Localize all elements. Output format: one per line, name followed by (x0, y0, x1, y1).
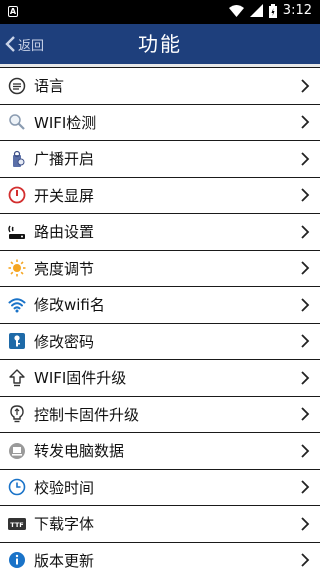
chevron-right-icon (300, 406, 310, 422)
chevron-right-icon (300, 370, 310, 386)
list-item-label: 修改密码 (34, 331, 320, 352)
list-item-label: 转发电脑数据 (34, 440, 320, 461)
list-item-wifi-check[interactable]: WIFI检测 (0, 104, 320, 141)
list-item-rename-wifi[interactable]: 修改wifi名 (0, 286, 320, 323)
back-button[interactable]: 返回 (4, 24, 44, 64)
info-icon (7, 550, 27, 570)
list-item-label: 语言 (34, 75, 320, 96)
list-item-controller-firmware-upgrade[interactable]: 控制卡固件升级 (0, 396, 320, 433)
chevron-right-icon (300, 224, 310, 240)
brightness-icon (7, 258, 27, 278)
navigation-bar: 返回 功能 (0, 24, 320, 64)
wifi-signal-icon (229, 5, 244, 17)
status-bar: A 3:12 (0, 0, 320, 24)
function-list: 语言 WIFI检测 广播开启 开关显屏 路由设置 亮度调节 (0, 67, 320, 578)
list-item-label: 版本更新 (34, 550, 320, 571)
list-item-label: 控制卡固件升级 (34, 404, 320, 425)
computer-icon (7, 441, 27, 461)
upgrade-arrow-icon (7, 368, 27, 388)
list-item-label: WIFI固件升级 (34, 367, 320, 388)
search-icon (7, 112, 27, 132)
chevron-right-icon (300, 443, 310, 459)
back-label: 返回 (18, 35, 44, 54)
list-item-sync-time[interactable]: 校验时间 (0, 469, 320, 506)
clock-icon (7, 477, 27, 497)
list-item-forward-pc-data[interactable]: 转发电脑数据 (0, 432, 320, 469)
page-title: 功能 (0, 24, 320, 64)
lightbulb-icon (7, 404, 27, 424)
chevron-right-icon (300, 297, 310, 313)
clock-time: 3:12 (283, 3, 312, 18)
list-item-label: WIFI检测 (34, 112, 320, 133)
list-item-router-settings[interactable]: 路由设置 (0, 213, 320, 250)
list-item-brightness[interactable]: 亮度调节 (0, 250, 320, 287)
list-item-label: 修改wifi名 (34, 294, 320, 315)
list-item-display-power[interactable]: 开关显屏 (0, 177, 320, 214)
router-icon (7, 222, 27, 242)
chevron-right-icon (300, 151, 310, 167)
broadcast-icon (7, 149, 27, 169)
chevron-right-icon (300, 187, 310, 203)
battery-icon (269, 4, 277, 18)
list-item-label: 下载字体 (34, 513, 320, 534)
list-item-version-update[interactable]: 版本更新 (0, 542, 320, 578)
list-item-label: 开关显屏 (34, 185, 320, 206)
chevron-right-icon (300, 333, 310, 349)
svg-text:TTF: TTF (10, 521, 23, 529)
list-item-wifi-firmware-upgrade[interactable]: WIFI固件升级 (0, 359, 320, 396)
chevron-right-icon (300, 114, 310, 130)
wifi-icon (7, 295, 27, 315)
list-item-change-password[interactable]: 修改密码 (0, 323, 320, 360)
chevron-right-icon (300, 516, 310, 532)
power-icon (7, 185, 27, 205)
back-chevron-icon (4, 35, 16, 53)
notification-a-icon: A (8, 6, 18, 17)
list-item-broadcast[interactable]: 广播开启 (0, 140, 320, 177)
chevron-right-icon (300, 552, 310, 568)
cell-signal-icon (250, 4, 263, 17)
list-item-label: 广播开启 (34, 148, 320, 169)
chevron-right-icon (300, 479, 310, 495)
list-item-label: 亮度调节 (34, 258, 320, 279)
list-item-language[interactable]: 语言 (0, 67, 320, 104)
language-icon (7, 76, 27, 96)
key-icon (7, 331, 27, 351)
chevron-right-icon (300, 260, 310, 276)
list-item-download-font[interactable]: TTF 下载字体 (0, 505, 320, 542)
list-item-label: 校验时间 (34, 477, 320, 498)
ttf-font-icon: TTF (7, 514, 27, 534)
chevron-right-icon (300, 78, 310, 94)
list-item-label: 路由设置 (34, 221, 320, 242)
